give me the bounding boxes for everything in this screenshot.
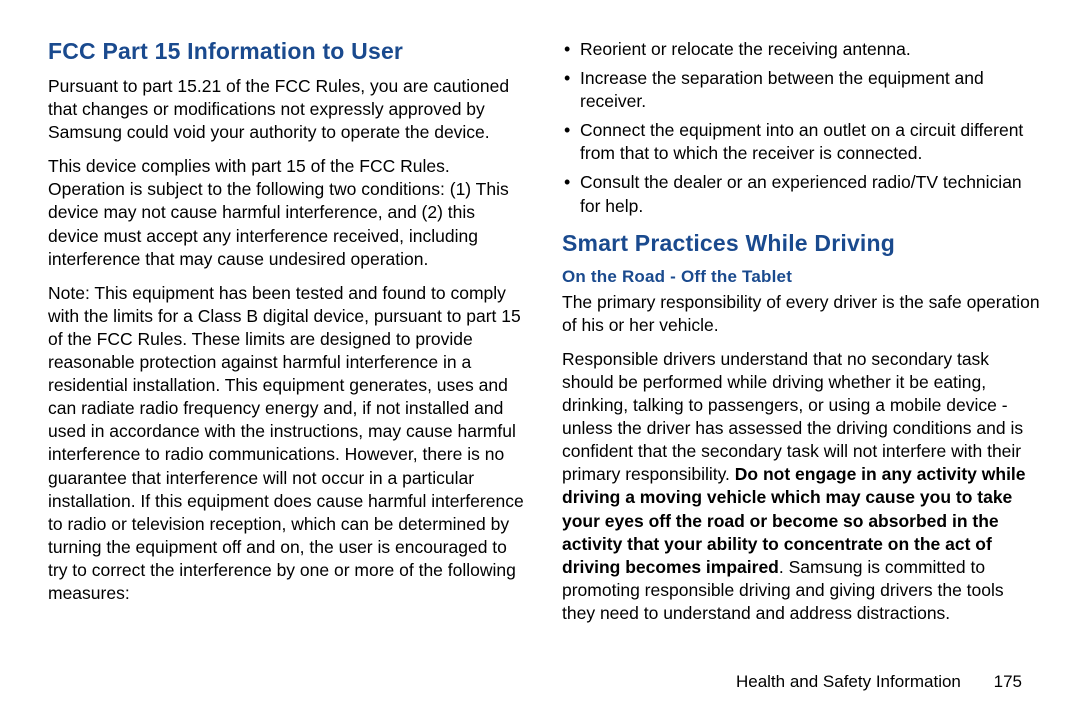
list-item: Connect the equipment into an outlet on … — [562, 119, 1040, 165]
fcc-para-3: Note: This equipment has been tested and… — [48, 282, 526, 605]
footer-section-label: Health and Safety Information — [736, 672, 961, 691]
fcc-measures-list: Reorient or relocate the receiving anten… — [562, 38, 1040, 218]
left-column: FCC Part 15 Information to User Pursuant… — [48, 38, 526, 658]
page-footer: Health and Safety Information 175 — [736, 672, 1022, 692]
page-number: 175 — [994, 672, 1022, 691]
driving-subheading: On the Road - Off the Tablet — [562, 267, 1040, 287]
fcc-para-2: This device complies with part 15 of the… — [48, 155, 526, 270]
two-column-layout: FCC Part 15 Information to User Pursuant… — [48, 38, 1040, 658]
list-item: Consult the dealer or an experienced rad… — [562, 171, 1040, 217]
right-column: Reorient or relocate the receiving anten… — [562, 38, 1040, 658]
fcc-para-1: Pursuant to part 15.21 of the FCC Rules,… — [48, 75, 526, 144]
driving-heading: Smart Practices While Driving — [562, 230, 1040, 257]
list-item: Reorient or relocate the receiving anten… — [562, 38, 1040, 61]
fcc-heading: FCC Part 15 Information to User — [48, 38, 526, 65]
driving-para-1: The primary responsibility of every driv… — [562, 291, 1040, 337]
list-item: Increase the separation between the equi… — [562, 67, 1040, 113]
driving-para-2: Responsible drivers understand that no s… — [562, 348, 1040, 625]
